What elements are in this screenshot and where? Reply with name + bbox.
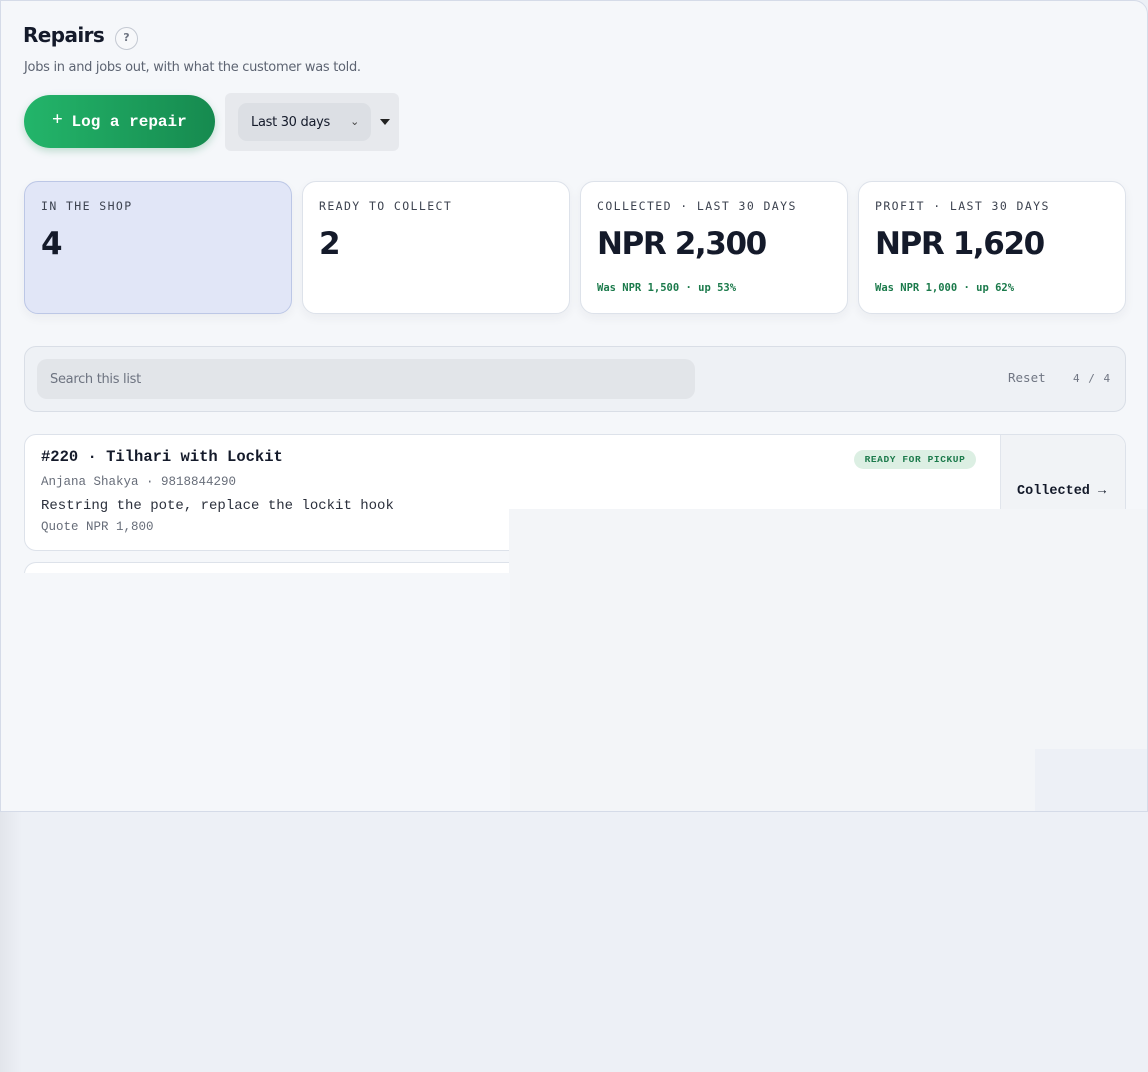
caret-down-icon[interactable] [380, 119, 390, 125]
date-range-value: Last 30 days [251, 114, 330, 130]
mark-collected-label: Collected → [1017, 484, 1107, 499]
stat-card-in-shop[interactable]: IN THE SHOP 4 [24, 181, 292, 314]
page-subtitle: Jobs in and jobs out, with what the cust… [24, 60, 361, 75]
stat-label: READY TO COLLECT [319, 199, 453, 213]
stat-card-collected[interactable]: COLLECTED · LAST 30 DAYS NPR 2,300 Was N… [580, 181, 848, 314]
stat-value: 2 [319, 226, 341, 262]
unrendered-region [1035, 749, 1147, 811]
repair-title: #220 · Tilhari with Lockit [41, 448, 283, 466]
repair-quote: Quote NPR 1,800 [41, 520, 154, 534]
date-range-control: Last 30 days ⌄ [225, 93, 399, 151]
unrendered-region [1, 573, 510, 811]
page-edge [0, 812, 22, 1072]
stat-delta: Was NPR 1,500 · up 53% [597, 282, 737, 294]
stat-value: 4 [41, 226, 63, 262]
stat-label: PROFIT · LAST 30 DAYS [875, 199, 1050, 213]
repair-description: Restring the pote, replace the lockit ho… [41, 498, 394, 514]
stat-label: IN THE SHOP [41, 199, 133, 213]
stat-value: NPR 2,300 [597, 226, 767, 262]
log-repair-label: Log a repair [71, 112, 187, 131]
result-count: 4 / 4 [1073, 372, 1112, 385]
stat-card-ready[interactable]: READY TO COLLECT 2 [302, 181, 570, 314]
search-input[interactable]: Search this list [37, 359, 695, 399]
date-range-select[interactable]: Last 30 days ⌄ [238, 103, 371, 141]
page-title: Repairs [23, 23, 105, 47]
log-repair-button[interactable]: + Log a repair [24, 95, 215, 148]
plus-icon: + [52, 108, 63, 129]
filter-bar: Search this list Reset 4 / 4 [24, 346, 1126, 412]
stat-label: COLLECTED · LAST 30 DAYS [597, 199, 797, 213]
repairs-panel: Repairs ? Jobs in and jobs out, with wha… [0, 0, 1148, 812]
status-badge: READY FOR PICKUP [854, 450, 976, 469]
reset-button[interactable]: Reset [1008, 370, 1046, 385]
stat-value: NPR 1,620 [875, 226, 1045, 262]
repair-customer: Anjana Shakya · 9818844290 [41, 475, 237, 489]
chevron-down-icon: ⌄ [350, 115, 359, 128]
stat-delta: Was NPR 1,000 · up 62% [875, 282, 1015, 294]
help-icon[interactable]: ? [115, 27, 138, 50]
stat-card-profit[interactable]: PROFIT · LAST 30 DAYS NPR 1,620 Was NPR … [858, 181, 1126, 314]
